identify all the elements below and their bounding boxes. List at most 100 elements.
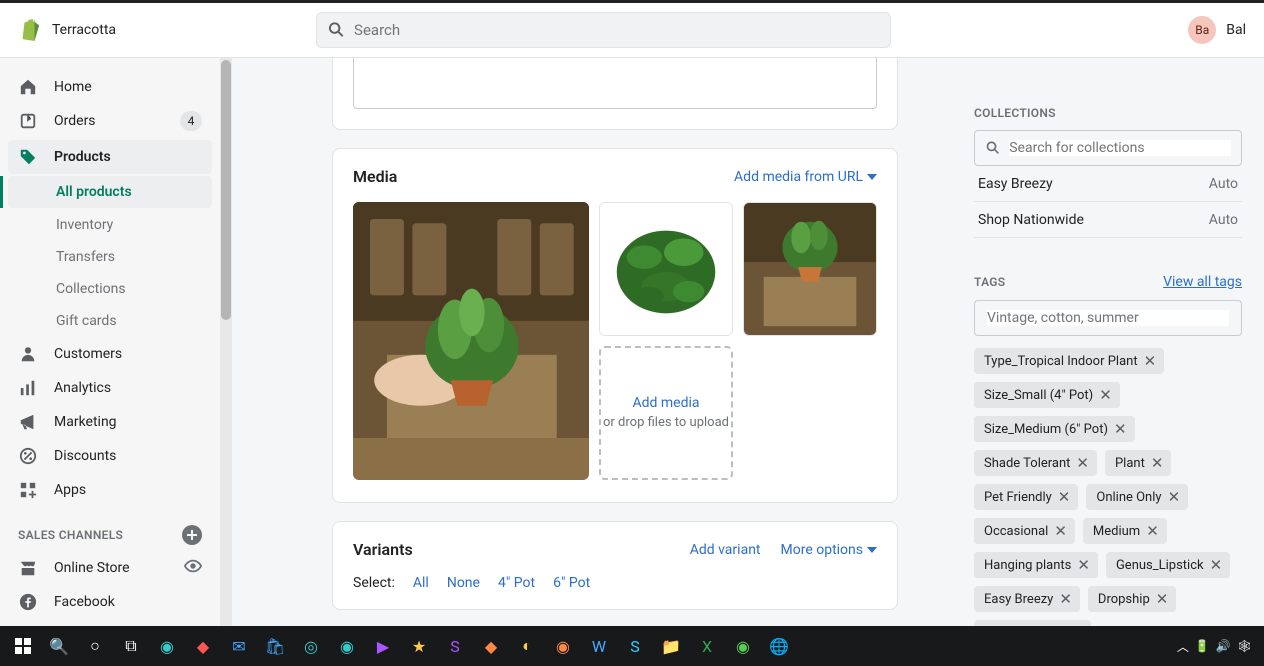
taskbar-app-store[interactable]: 🛍 xyxy=(258,626,292,666)
view-all-tags[interactable]: View all tags xyxy=(1163,274,1242,290)
tag-remove-icon[interactable]: ✕ xyxy=(1151,456,1164,471)
collection-row[interactable]: Easy Breezy Auto xyxy=(974,166,1242,202)
tag-remove-icon[interactable]: ✕ xyxy=(1114,422,1127,437)
subnav-transfers[interactable]: Transfers xyxy=(0,241,220,273)
task-view-icon[interactable]: ⧉ xyxy=(114,626,148,666)
taskbar-app-2[interactable]: ◆ xyxy=(186,626,220,666)
select-4pot[interactable]: 4" Pot xyxy=(498,575,535,591)
tray-battery-icon[interactable]: 🔋 xyxy=(1195,639,1210,653)
collection-row[interactable]: Shop Nationwide Auto xyxy=(974,202,1242,238)
taskbar-app-skype[interactable]: S xyxy=(618,626,652,666)
nav-facebook[interactable]: Facebook xyxy=(0,585,220,619)
tag-remove-icon[interactable]: ✕ xyxy=(1210,558,1223,573)
tag-remove-icon[interactable]: ✕ xyxy=(1054,524,1067,539)
taskbar-app-excel[interactable]: X xyxy=(690,626,724,666)
start-button[interactable] xyxy=(6,626,40,666)
taskbar-app-edge[interactable]: ◉ xyxy=(150,626,184,666)
nav-apps[interactable]: Apps xyxy=(0,473,220,507)
tag-remove-icon[interactable]: ✕ xyxy=(1156,592,1169,607)
sidebar: Home Orders 4 Products All products Inve… xyxy=(0,58,232,626)
tag-label: Occasional xyxy=(984,524,1048,539)
nav-marketing[interactable]: Marketing xyxy=(0,405,220,439)
tag-chip: Genus_Lipstick✕ xyxy=(1106,552,1230,578)
taskbar-app-11[interactable]: ◐ xyxy=(510,626,544,666)
tag-label: Type_Tropical Indoor Plant xyxy=(984,354,1138,369)
plant-image-1 xyxy=(353,202,589,438)
global-search[interactable] xyxy=(316,12,891,48)
select-6pot[interactable]: 6" Pot xyxy=(553,575,590,591)
user-name: Bal xyxy=(1226,22,1246,38)
nav-online-store[interactable]: Online Store xyxy=(0,551,220,585)
sidebar-scroll-thumb[interactable] xyxy=(221,60,231,320)
taskbar-app-explorer[interactable]: 📁 xyxy=(654,626,688,666)
add-channel-button[interactable] xyxy=(182,525,202,545)
tag-remove-icon[interactable]: ✕ xyxy=(1099,388,1112,403)
sidebar-scrollbar[interactable] xyxy=(220,58,232,626)
add-media-url-button[interactable]: Add media from URL xyxy=(734,169,877,185)
subnav-inventory[interactable]: Inventory xyxy=(0,209,220,241)
search-input[interactable] xyxy=(354,21,880,39)
tag-chip: Online Only✕ xyxy=(1086,484,1188,510)
nav-orders[interactable]: Orders 4 xyxy=(0,104,220,138)
tag-remove-icon[interactable]: ✕ xyxy=(1144,354,1157,369)
taskbar-app-8[interactable]: ★ xyxy=(402,626,436,666)
tags-input[interactable] xyxy=(987,310,1229,326)
taskbar-app-6[interactable]: ◉ xyxy=(330,626,364,666)
tray-chevron-icon[interactable]: ︿ xyxy=(1177,638,1189,655)
taskbar-app-5[interactable]: ◎ xyxy=(294,626,328,666)
orders-badge: 4 xyxy=(180,111,202,131)
avatar[interactable]: Ba xyxy=(1188,16,1216,44)
windows-taskbar: 🔍 ○ ⧉ ◉ ◆ ✉ 🛍 ◎ ◉ ▶ ★ S ◆ ◐ ◉ W S 📁 X ◉ … xyxy=(0,626,1264,666)
subnav-gift-cards[interactable]: Gift cards xyxy=(0,305,220,337)
more-options-button[interactable]: More options xyxy=(781,542,878,558)
subnav-all-products[interactable]: All products xyxy=(8,176,212,208)
view-store-icon[interactable] xyxy=(184,557,202,579)
taskbar-app-12[interactable]: ◉ xyxy=(546,626,580,666)
tag-remove-icon[interactable]: ✕ xyxy=(1146,524,1159,539)
taskbar-app-10[interactable]: ◆ xyxy=(474,626,508,666)
tag-chip: Medium✕ xyxy=(1083,518,1167,544)
tag-remove-icon[interactable]: ✕ xyxy=(1168,490,1181,505)
media-thumbnail-3[interactable] xyxy=(743,202,877,336)
taskbar-app-9[interactable]: S xyxy=(438,626,472,666)
nav-products[interactable]: Products xyxy=(8,140,212,174)
subnav-collections[interactable]: Collections xyxy=(0,273,220,305)
tag-chip: Size_Medium (6" Pot)✕ xyxy=(974,416,1135,442)
nav-customers[interactable]: Customers xyxy=(0,337,220,371)
tag-remove-icon[interactable]: ✕ xyxy=(1077,558,1090,573)
nav-home[interactable]: Home xyxy=(0,70,220,104)
taskbar-app-7[interactable]: ▶ xyxy=(366,626,400,666)
tag-label: Shade Tolerant xyxy=(984,456,1070,471)
select-none[interactable]: None xyxy=(447,575,480,591)
tag-chip: Pet Friendly✕ xyxy=(974,484,1078,510)
tag-label: Easy Breezy xyxy=(984,592,1053,607)
nav-analytics[interactable]: Analytics xyxy=(0,371,220,405)
media-upload-zone[interactable]: Add media or drop files to upload xyxy=(599,346,733,480)
orders-icon xyxy=(18,111,38,131)
taskbar-search-icon[interactable]: 🔍 xyxy=(42,626,76,666)
taskbar-app-chrome[interactable]: 🌐 xyxy=(762,626,796,666)
collections-search[interactable] xyxy=(974,130,1242,166)
tag-remove-icon[interactable]: ✕ xyxy=(1058,490,1071,505)
variants-title: Variants xyxy=(353,540,413,559)
taskbar-app-word[interactable]: W xyxy=(582,626,616,666)
cortana-icon[interactable]: ○ xyxy=(78,626,112,666)
tags-input-wrap[interactable] xyxy=(974,300,1242,336)
tag-remove-icon[interactable]: ✕ xyxy=(1076,456,1089,471)
select-all[interactable]: All xyxy=(413,575,429,591)
taskbar-app-mail[interactable]: ✉ xyxy=(222,626,256,666)
plant-image-2 xyxy=(600,203,732,335)
taskbar-app-17[interactable]: ◉ xyxy=(726,626,760,666)
add-variant-button[interactable]: Add variant xyxy=(690,542,761,558)
collections-search-input[interactable] xyxy=(1009,140,1231,156)
description-editor[interactable]: are in the Boulder, CO area! xyxy=(353,58,877,109)
media-thumbnail-2[interactable] xyxy=(599,202,733,336)
tag-remove-icon[interactable]: ✕ xyxy=(1059,592,1072,607)
add-media-button[interactable]: Add media xyxy=(632,395,699,411)
analytics-icon xyxy=(18,378,38,398)
media-thumbnail-1[interactable] xyxy=(353,202,589,480)
nav-discounts[interactable]: Discounts xyxy=(0,439,220,473)
online-store-icon xyxy=(18,558,38,578)
tray-network-icon[interactable]: 🕸 xyxy=(1237,639,1252,653)
tray-volume-icon[interactable]: 🔊 xyxy=(1216,639,1231,653)
